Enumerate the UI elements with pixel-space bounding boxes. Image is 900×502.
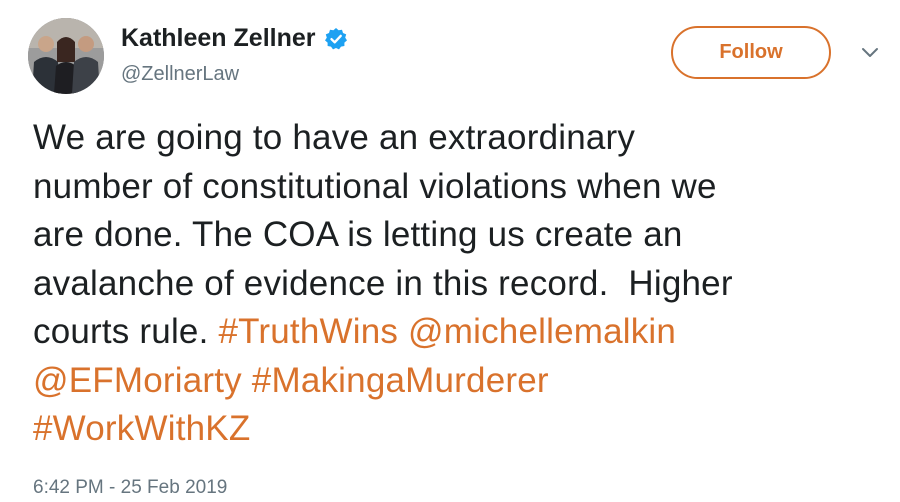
profile-photo [28, 18, 104, 94]
hashtag-link[interactable]: #WorkWithKZ [33, 409, 250, 448]
author-handle[interactable]: @ZellnerLaw [121, 63, 239, 86]
follow-button[interactable]: Follow [671, 26, 831, 79]
mention-link[interactable]: @michellemalkin [408, 312, 676, 351]
tweet-line: courts rule. #TruthWins @michellemalkin [33, 308, 883, 357]
tweet-text: We are going to have an extraordinary nu… [33, 114, 883, 454]
tweet-line: number of constitutional violations when… [33, 166, 717, 206]
hashtag-link[interactable]: #MakingaMurderer [252, 361, 549, 400]
tweet-timestamp[interactable]: 6:42 PM - 25 Feb 2019 [33, 477, 227, 499]
author-name-row[interactable]: Kathleen Zellner [121, 24, 348, 53]
avatar[interactable] [28, 18, 104, 94]
hashtag-link[interactable]: #TruthWins [218, 312, 398, 351]
tweet-line: are done. The COA is letting us create a… [33, 215, 683, 254]
tweet-line: We are going to have an extraordinary [33, 118, 636, 157]
chevron-down-icon[interactable] [860, 46, 880, 60]
verified-badge-icon [324, 27, 348, 51]
author-display-name[interactable]: Kathleen Zellner [121, 24, 316, 53]
mention-link[interactable]: @EFMoriarty [33, 361, 242, 400]
tweet-line: @EFMoriarty #MakingaMurderer [33, 357, 883, 406]
tweet-line: avalanche of evidence in this record. Hi… [33, 263, 733, 303]
tweet-line: #WorkWithKZ [33, 405, 883, 454]
tweet-text-segment: courts rule. [33, 312, 219, 351]
